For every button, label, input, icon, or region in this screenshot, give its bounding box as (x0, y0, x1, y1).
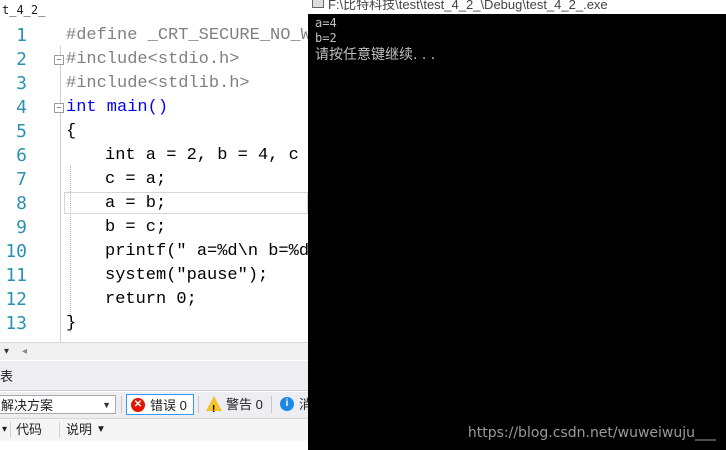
console-output: a=4 b=2 请按任意键继续. . . (315, 16, 435, 64)
code-text: { (66, 122, 77, 141)
line-number: 11 (5, 265, 27, 286)
line-number: 13 (5, 313, 27, 334)
code-text: #include<stdlib.h> (66, 74, 250, 93)
error-list-title: 表 (0, 361, 308, 391)
collapse-icon[interactable]: − (54, 55, 64, 65)
code-line[interactable]: 8 a = b; (0, 192, 308, 216)
toolbar-divider (198, 396, 199, 413)
warnings-filter-button[interactable]: ! 警告 0 (203, 394, 267, 415)
warning-icon: ! (206, 396, 222, 415)
column-sort-icon[interactable]: ▾ (2, 419, 7, 441)
code-line[interactable]: 4 − int main() (0, 96, 308, 120)
code-editor[interactable]: t_4_2_ 1 #define _CRT_SECURE_NO_W 2 − #i… (0, 0, 308, 450)
toolbar-divider (121, 396, 122, 413)
console-line: b=2 (315, 31, 337, 45)
code-area[interactable]: 1 #define _CRT_SECURE_NO_W 2 − #include<… (0, 20, 308, 356)
code-line[interactable]: 10 printf(" a=%d\n b=%d (0, 240, 308, 264)
line-number: 7 (16, 169, 27, 190)
code-line[interactable]: 12 return 0; (0, 288, 308, 312)
column-divider (59, 422, 60, 438)
line-number: 5 (16, 121, 27, 142)
code-text: #include<stdio.h> (66, 50, 240, 69)
messages-label: 消 (299, 397, 308, 412)
error-icon: ✕ (131, 398, 145, 412)
scroll-left-arrow-icon[interactable]: ◂ (22, 346, 27, 357)
warnings-label: 警告 0 (226, 397, 263, 412)
code-line[interactable]: 7 c = a; (0, 168, 308, 192)
code-line[interactable]: 3 #include<stdlib.h> (0, 72, 308, 96)
line-number: 3 (16, 73, 27, 94)
line-number: 1 (16, 25, 27, 46)
console-window[interactable]: F:\比特科技\test\test_4_2_\Debug\test_4_2_.e… (308, 0, 726, 450)
code-line[interactable]: 6 int a = 2, b = 4, c = (0, 144, 308, 168)
code-text: } (66, 314, 77, 333)
messages-filter-button[interactable]: i 消 (276, 394, 308, 415)
error-list-toolbar: 解决方案 ▼ ✕ 错误 0 ! 警告 0 i 消 (0, 392, 308, 418)
column-header-description[interactable]: 说明 (66, 419, 92, 441)
line-number: 12 (5, 289, 27, 310)
error-list-header: ▾ 代码 说明 ▼ (0, 418, 308, 441)
horizontal-scrollbar[interactable]: ▾ ◂ (0, 342, 308, 360)
collapse-icon[interactable]: − (54, 103, 64, 113)
file-tab[interactable]: t_4_2_ (0, 0, 308, 20)
code-text: int a = 2, b = 4, c = (105, 146, 308, 165)
line-number: 6 (16, 145, 27, 166)
console-titlebar[interactable]: F:\比特科技\test\test_4_2_\Debug\test_4_2_.e… (308, 0, 726, 14)
errors-filter-button[interactable]: ✕ 错误 0 (126, 394, 194, 415)
info-icon: i (280, 397, 294, 411)
code-text: a = b; (105, 194, 167, 213)
line-number: 10 (5, 241, 27, 262)
code-line[interactable]: 9 b = c; (0, 216, 308, 240)
chevron-down-icon: ▼ (102, 400, 111, 410)
console-line: 请按任意键继续. . . (315, 47, 436, 63)
scope-value: 解决方案 (1, 398, 54, 413)
code-text: return 0; (105, 290, 197, 309)
console-line: a=4 (315, 16, 337, 30)
code-text: #define _CRT_SECURE_NO_W (66, 26, 308, 45)
code-line[interactable]: 13 } (0, 312, 308, 336)
scope-dropdown[interactable]: 解决方案 ▼ (0, 395, 116, 414)
line-number: 9 (16, 217, 27, 238)
console-app-icon (312, 0, 324, 8)
column-header-code[interactable]: 代码 (16, 419, 42, 441)
toolbar-divider (271, 396, 272, 413)
line-number: 8 (16, 193, 27, 214)
code-text: int main() (66, 98, 169, 117)
code-line[interactable]: 11 system("pause"); (0, 264, 308, 288)
line-number: 4 (16, 97, 27, 118)
code-text: c = a; (105, 170, 167, 189)
code-line[interactable]: 5 { (0, 120, 308, 144)
zoom-dropdown-icon[interactable]: ▾ (4, 346, 9, 357)
code-line[interactable]: 2 − #include<stdio.h> (0, 48, 308, 72)
code-line[interactable]: 1 #define _CRT_SECURE_NO_W (0, 24, 308, 48)
column-divider (10, 422, 11, 438)
errors-label: 错误 0 (150, 398, 187, 413)
filter-icon[interactable]: ▼ (96, 419, 106, 441)
line-number: 2 (16, 49, 27, 70)
code-text: b = c; (105, 218, 167, 237)
console-title: F:\比特科技\test\test_4_2_\Debug\test_4_2_.e… (328, 0, 608, 12)
code-text: system("pause"); (105, 266, 269, 285)
watermark: https://blog.csdn.net/wuweiwuju___ (467, 425, 716, 441)
code-text: printf(" a=%d\n b=%d (105, 242, 308, 261)
